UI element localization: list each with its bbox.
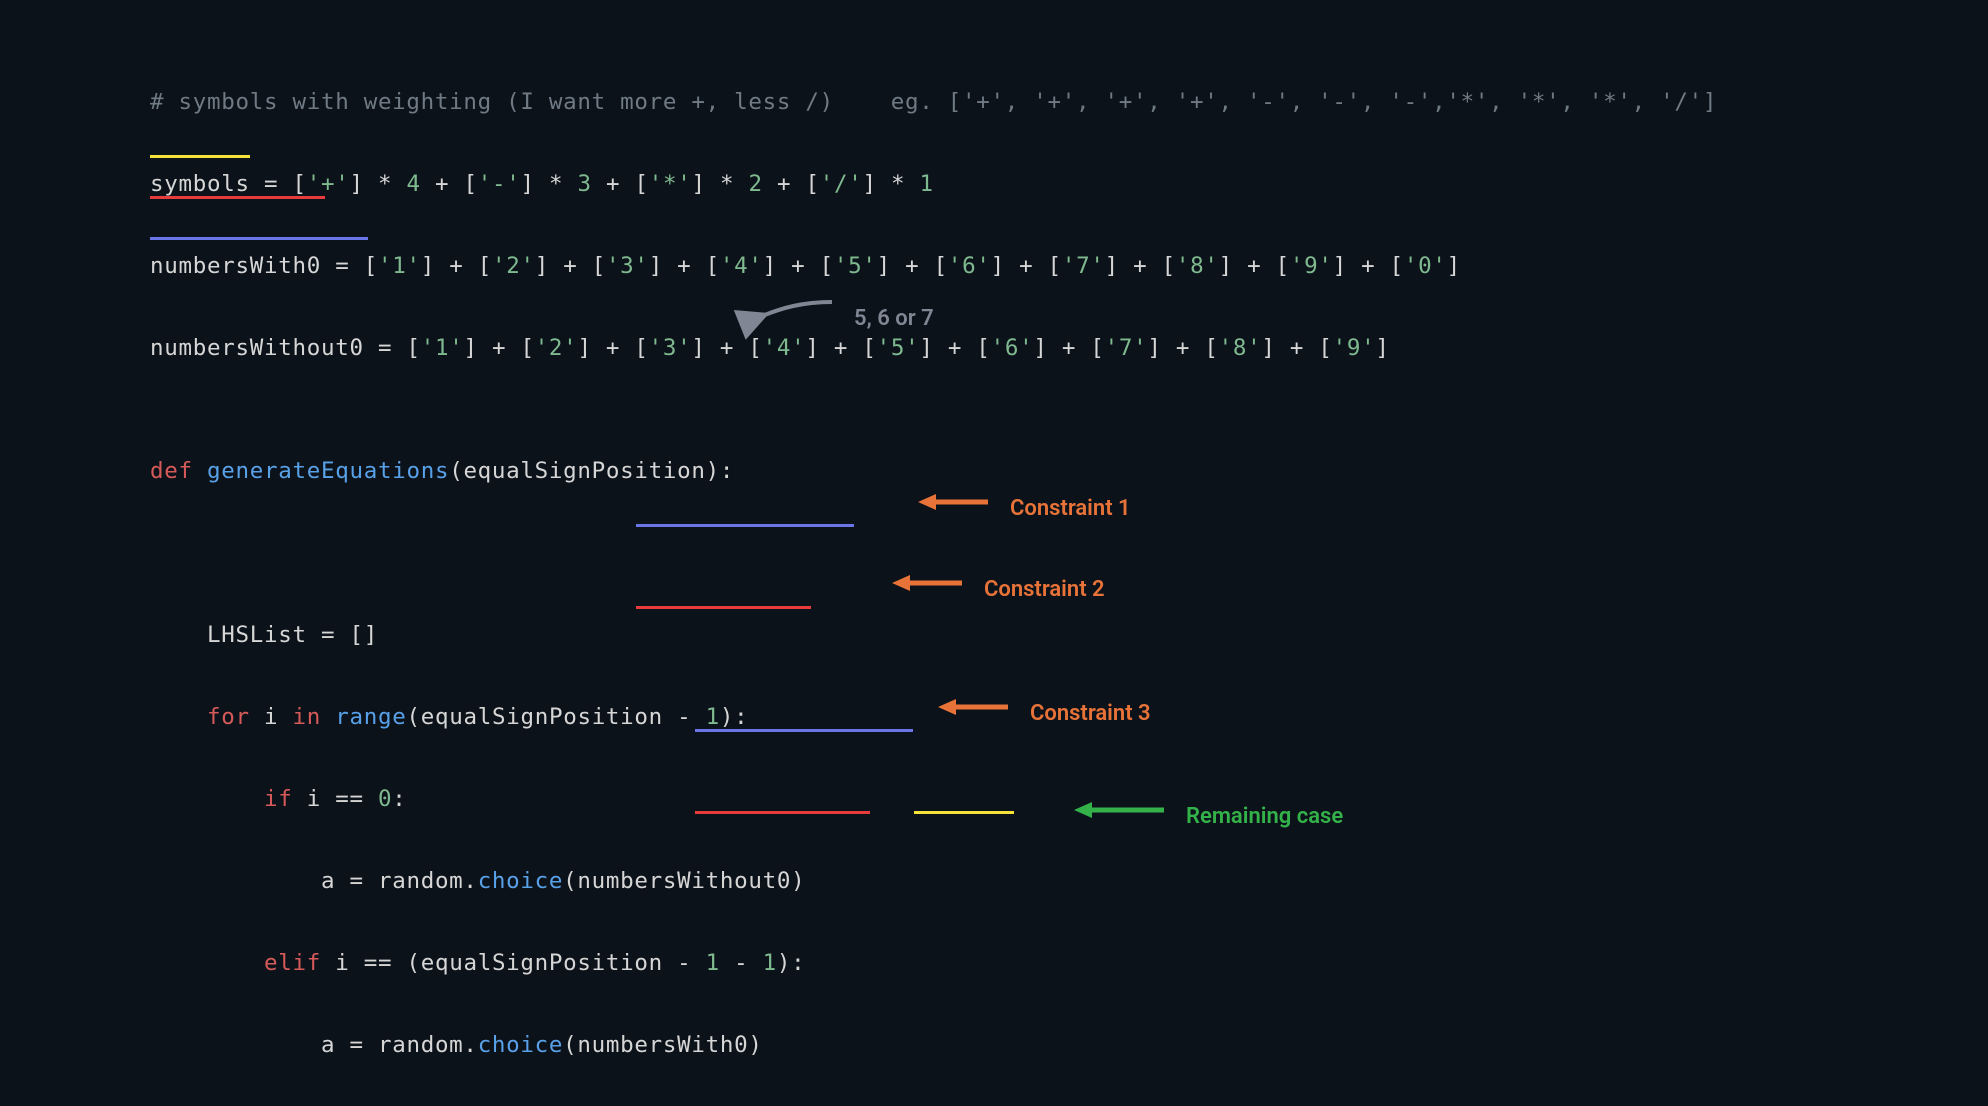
underline-numberswith0-c2 [636, 606, 811, 609]
code-comment: # symbols with weighting (I want more +,… [150, 89, 1717, 115]
underline-numberswithout0-c3 [695, 729, 913, 732]
code-annotation-figure: # symbols with weighting (I want more +,… [0, 0, 1988, 1106]
annotation-remaining-case: Remaining case [1186, 796, 1343, 837]
annotation-constraint-3: Constraint 3 [1030, 693, 1151, 734]
annotation-param-hint: 5, 6 or 7 [854, 298, 934, 339]
arrow-left-icon [918, 492, 988, 512]
fn-name: generateEquations [207, 458, 449, 484]
underline-numberswith0-rem [695, 811, 870, 814]
underline-numberswithout0-decl [150, 237, 368, 240]
underline-symbols [150, 155, 250, 158]
arrow-left-icon [1074, 800, 1164, 820]
annotation-constraint-2: Constraint 2 [984, 569, 1105, 610]
fn-arg: equalSignPosition [463, 458, 705, 484]
underline-numberswith0-decl [150, 196, 325, 199]
var-numberswith0: numbersWith0 [150, 253, 321, 279]
code-text: = [ [250, 171, 307, 197]
arg-numberswithout0-1: numbersWithout0 [577, 868, 791, 894]
annotation-constraint-1: Constraint 1 [1010, 488, 1131, 529]
var-symbols: symbols [150, 171, 250, 197]
arg-numberswith0-1: numbersWith0 [577, 1032, 748, 1058]
underline-symbols-rem [914, 811, 1014, 814]
kw-def: def [150, 458, 193, 484]
var-numberswithout0: numbersWithout0 [150, 335, 364, 361]
str: '+' [307, 171, 350, 197]
arrow-left-icon [892, 573, 962, 593]
arrow-left-icon [938, 697, 1008, 717]
curved-arrow-icon [752, 298, 842, 330]
code-block: # symbols with weighting (I want more +,… [150, 82, 1717, 1106]
underline-numberswithout0-c1 [636, 524, 854, 527]
